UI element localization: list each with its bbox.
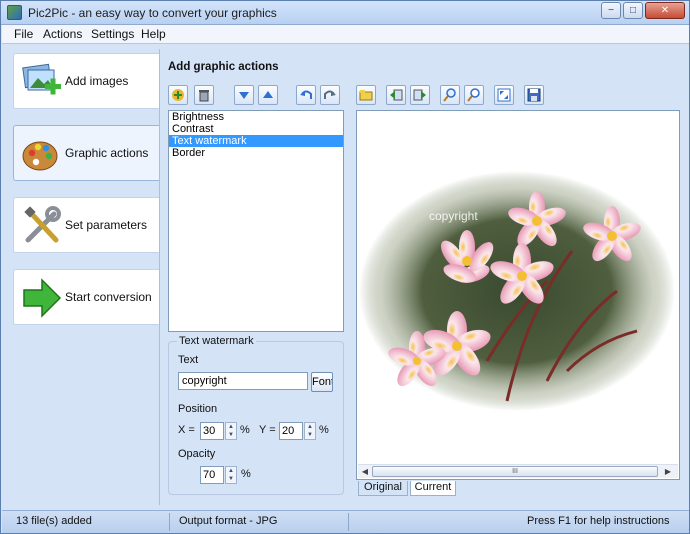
y-label: Y = [259, 424, 276, 436]
list-item[interactable]: Border [169, 147, 343, 159]
graphic-actions-panel: Add graphic actions Brightness Contrast … [159, 49, 687, 505]
save-icon [527, 88, 541, 102]
opacity-stepper[interactable]: ▲ ▼ [225, 466, 237, 484]
list-item-selected[interactable]: Text watermark [169, 135, 343, 147]
tab-current[interactable]: Current [410, 481, 456, 496]
x-position-stepper[interactable]: ▲ ▼ [225, 422, 237, 440]
step-panel: Add images Graphic actions Set parameter… [9, 49, 161, 505]
close-button[interactable]: ✕ [645, 2, 685, 19]
next-image-button[interactable] [410, 85, 430, 105]
percent-label: % [319, 424, 329, 436]
previous-image-button[interactable] [386, 85, 406, 105]
font-button[interactable]: Font [311, 372, 333, 392]
green-arrow-icon [23, 278, 62, 318]
minimize-button[interactable]: − [601, 2, 621, 19]
fit-window-button[interactable] [494, 85, 514, 105]
menu-bar: File Actions Settings Help [2, 25, 689, 44]
percent-label: % [240, 424, 250, 436]
list-item[interactable]: Brightness [169, 111, 343, 123]
x-label: X = [178, 424, 195, 436]
preview-photo [357, 111, 679, 463]
y-position-input[interactable]: 20 [279, 422, 303, 440]
arrow-up-icon [263, 91, 273, 98]
step-label: Set parameters [65, 218, 148, 232]
stepper-down-icon[interactable]: ▼ [226, 475, 236, 483]
watermark-overlay-text: copyright [429, 209, 478, 223]
group-title: Text watermark [177, 335, 256, 347]
zoom-out-button[interactable] [464, 85, 484, 105]
opacity-input[interactable]: 70 [200, 466, 224, 484]
tab-original[interactable]: Original [358, 481, 408, 496]
menu-help[interactable]: Help [141, 27, 166, 41]
status-divider [169, 513, 170, 531]
text-watermark-group: Text watermark Text copyright Font Posit… [168, 335, 344, 495]
zoom-out-icon [467, 88, 480, 102]
open-folder-icon [359, 90, 373, 101]
previous-image-icon [390, 89, 403, 101]
add-images-icon [22, 63, 61, 95]
step-graphic-actions[interactable]: Graphic actions [13, 125, 159, 181]
percent-label: % [241, 468, 251, 480]
app-window: Pic2Pic - an easy way to convert your gr… [0, 0, 690, 534]
zoom-in-button[interactable] [440, 85, 460, 105]
step-label: Graphic actions [65, 146, 149, 160]
tools-icon [24, 206, 61, 243]
window-title: Pic2Pic - an easy way to convert your gr… [28, 6, 277, 20]
y-position-stepper[interactable]: ▲ ▼ [304, 422, 316, 440]
undo-button[interactable] [296, 85, 316, 105]
redo-icon [324, 90, 336, 99]
menu-file[interactable]: File [14, 27, 33, 41]
text-label: Text [178, 354, 199, 366]
move-down-button[interactable] [234, 85, 254, 105]
add-action-icon [172, 89, 184, 101]
list-item[interactable]: Contrast [169, 123, 343, 135]
x-position-input[interactable]: 30 [200, 422, 224, 440]
redo-button[interactable] [320, 85, 340, 105]
stepper-down-icon[interactable]: ▼ [305, 431, 315, 439]
scroll-left-icon[interactable]: ◀ [359, 466, 371, 477]
scroll-right-icon[interactable]: ▶ [662, 466, 674, 477]
move-up-button[interactable] [258, 85, 278, 105]
scroll-thumb[interactable]: III [372, 466, 658, 477]
status-output-format: Output format - JPG [179, 515, 278, 527]
menu-actions[interactable]: Actions [43, 27, 82, 41]
stepper-down-icon[interactable]: ▼ [226, 431, 236, 439]
actions-list[interactable]: Brightness Contrast Text watermark Borde… [168, 110, 344, 332]
zoom-in-icon [443, 88, 456, 102]
trash-icon [199, 90, 209, 102]
save-button[interactable] [524, 85, 544, 105]
section-title: Add graphic actions [168, 61, 279, 73]
stepper-up-icon[interactable]: ▲ [226, 423, 236, 431]
title-bar: Pic2Pic - an easy way to convert your gr… [1, 1, 689, 25]
step-set-parameters[interactable]: Set parameters [13, 197, 159, 253]
horizontal-scrollbar[interactable]: ◀ III ▶ [358, 464, 678, 478]
next-image-icon [413, 89, 426, 101]
step-label: Add images [65, 74, 129, 88]
arrow-down-icon [239, 92, 249, 99]
undo-icon [300, 90, 312, 99]
palette-icon [22, 141, 58, 171]
step-add-images[interactable]: Add images [13, 53, 159, 109]
delete-action-button[interactable] [194, 85, 214, 105]
stepper-up-icon[interactable]: ▲ [226, 467, 236, 475]
status-file-count: 13 file(s) added [16, 515, 92, 527]
step-start-conversion[interactable]: Start conversion [13, 269, 159, 325]
fit-window-icon [497, 88, 511, 102]
add-action-button[interactable] [168, 85, 188, 105]
stepper-up-icon[interactable]: ▲ [305, 423, 315, 431]
position-label: Position [178, 403, 218, 415]
menu-settings[interactable]: Settings [91, 27, 134, 41]
status-bar: 13 file(s) added Output format - JPG Pre… [2, 510, 689, 533]
status-help-hint: Press F1 for help instructions [527, 515, 670, 527]
app-icon [7, 5, 22, 20]
opacity-label: Opacity [178, 448, 216, 460]
maximize-button[interactable]: □ [623, 2, 643, 19]
watermark-text-input[interactable]: copyright [178, 372, 308, 390]
open-image-button[interactable] [356, 85, 376, 105]
step-label: Start conversion [65, 290, 152, 304]
image-preview[interactable]: copyright ◀ III ▶ [356, 110, 680, 480]
status-divider [348, 513, 349, 531]
